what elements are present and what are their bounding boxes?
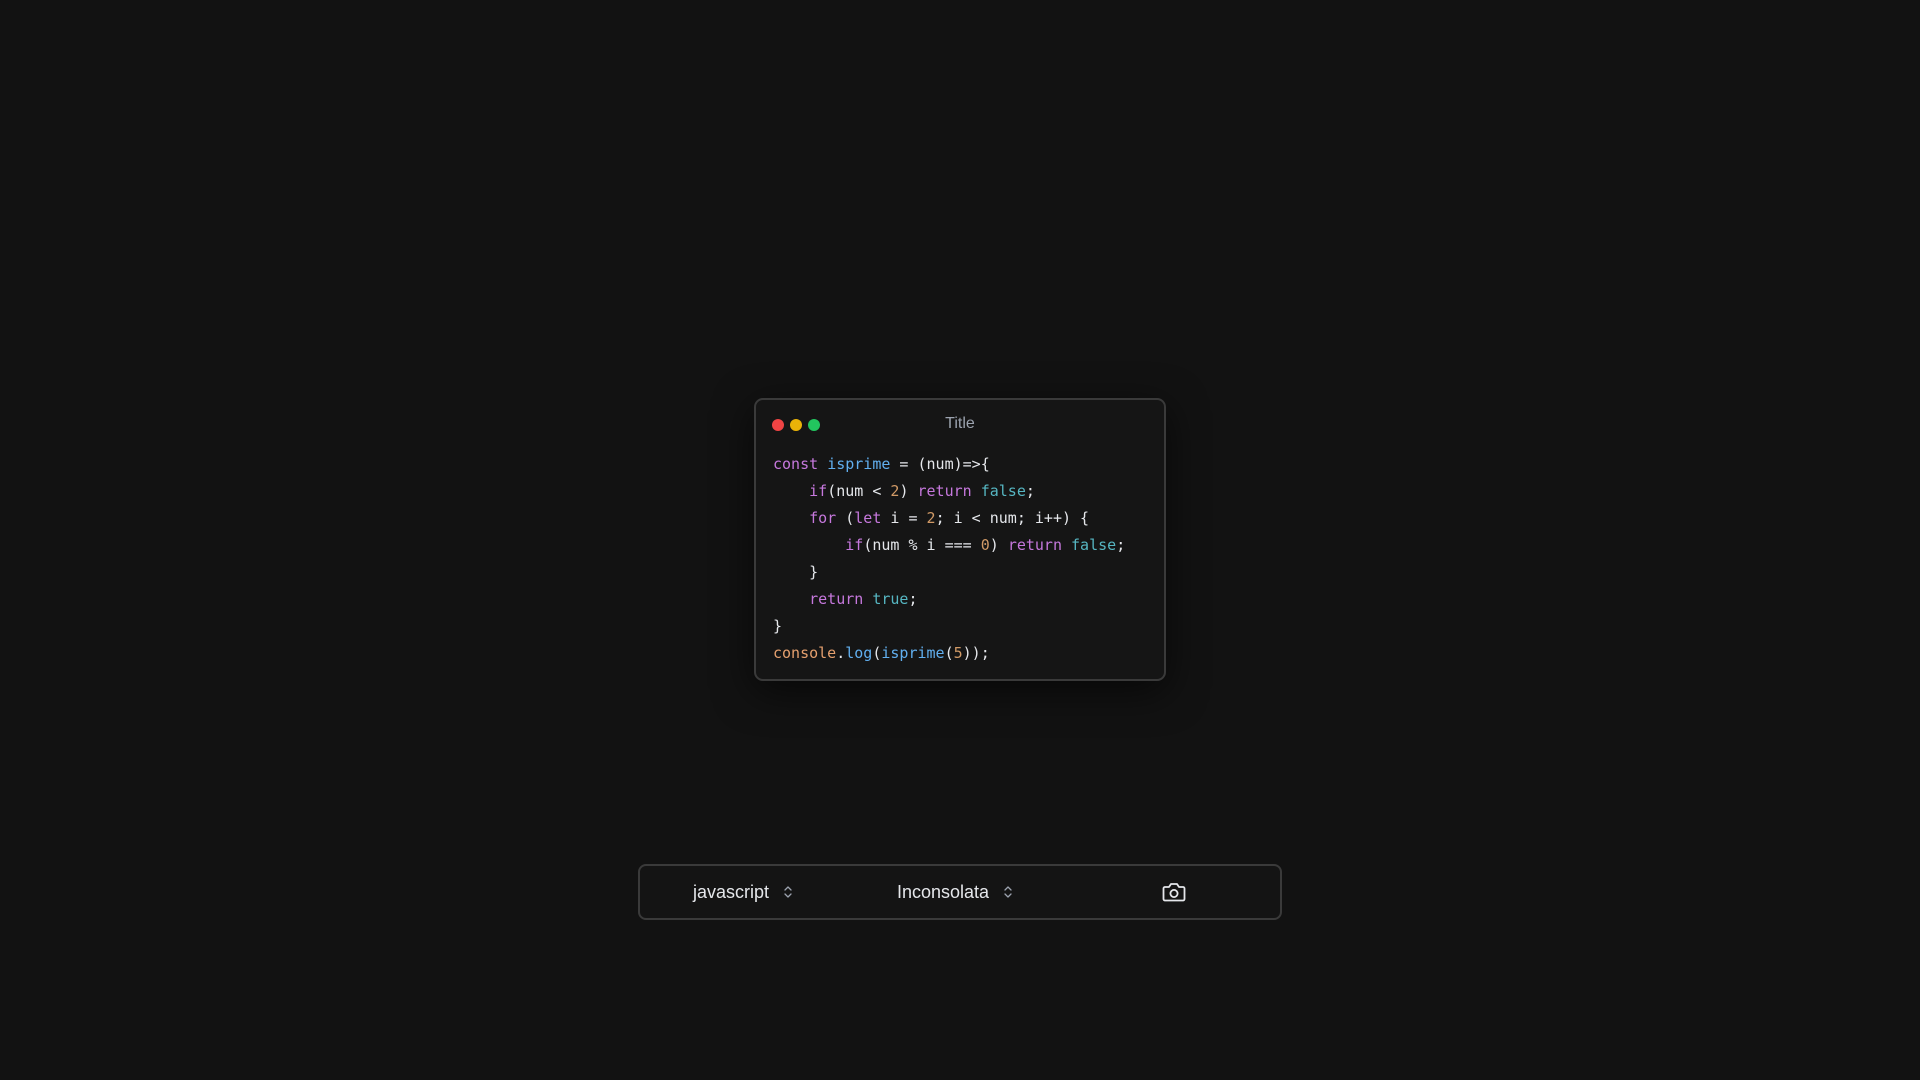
code-token: = (num)=>{ <box>890 455 990 473</box>
code-token: console <box>773 644 837 662</box>
code-token: isprime <box>881 644 945 662</box>
code-token: if <box>809 482 828 500</box>
window-header: Title <box>756 400 1164 448</box>
code-token: ; i < num; i++) { <box>935 509 1090 527</box>
toolbar: javascript Inconsolata <box>638 864 1282 920</box>
camera-icon <box>1162 883 1186 902</box>
code-token: true <box>872 590 909 608</box>
code-token: false <box>980 482 1026 500</box>
language-select-value: javascript <box>693 881 770 902</box>
code-token: )); <box>962 644 990 662</box>
font-select-value: Inconsolata <box>897 881 990 902</box>
code-token: ; <box>1116 536 1126 554</box>
code-token: (num < <box>827 482 891 500</box>
code-token: false <box>1071 536 1117 554</box>
code-token: ; <box>1025 482 1035 500</box>
code-line: } <box>773 559 1125 586</box>
code-line: if(num < 2) return false; <box>773 478 1125 505</box>
language-select[interactable]: javascript <box>693 866 793 918</box>
code-line: if(num % i === 0) return false; <box>773 532 1125 559</box>
code-token: . <box>836 644 846 662</box>
code-token: isprime <box>827 455 891 473</box>
code-token: } <box>773 617 783 635</box>
code-token: return <box>1007 536 1072 554</box>
export-image-button[interactable] <box>1160 879 1188 905</box>
code-token: ( <box>836 509 855 527</box>
code-window: Title const isprime = (num)=>{ if(num < … <box>754 398 1166 681</box>
code-token: log <box>845 644 873 662</box>
code-line: console.log(isprime(5)); <box>773 640 1125 667</box>
code-token: for <box>809 509 837 527</box>
code-token: } <box>773 563 819 581</box>
code-token: 5 <box>953 644 963 662</box>
code-token: const <box>773 455 828 473</box>
code-token: 0 <box>980 536 990 554</box>
code-token: return <box>809 590 873 608</box>
code-token: 2 <box>926 509 936 527</box>
code-token: ( <box>944 644 954 662</box>
code-line: } <box>773 613 1125 640</box>
chevron-up-down-icon <box>784 886 792 898</box>
code-token: let <box>854 509 882 527</box>
code-token: (num % i === <box>863 536 981 554</box>
code-token: ) <box>989 536 1008 554</box>
window-title[interactable]: Title <box>756 415 1164 433</box>
code-token: if <box>845 536 864 554</box>
code-line: return true; <box>773 586 1125 613</box>
code-token: ) <box>899 482 918 500</box>
code-token: i = <box>881 509 927 527</box>
app-root: Title const isprime = (num)=>{ if(num < … <box>0 0 1920 1080</box>
code-token: ; <box>908 590 918 608</box>
code-line: for (let i = 2; i < num; i++) { <box>773 505 1125 532</box>
code-editor[interactable]: const isprime = (num)=>{ if(num < 2) ret… <box>773 451 1125 667</box>
font-select[interactable]: Inconsolata <box>897 866 1013 918</box>
code-token: return <box>917 482 981 500</box>
chevron-up-down-icon <box>1004 886 1012 898</box>
code-line: const isprime = (num)=>{ <box>773 451 1125 478</box>
